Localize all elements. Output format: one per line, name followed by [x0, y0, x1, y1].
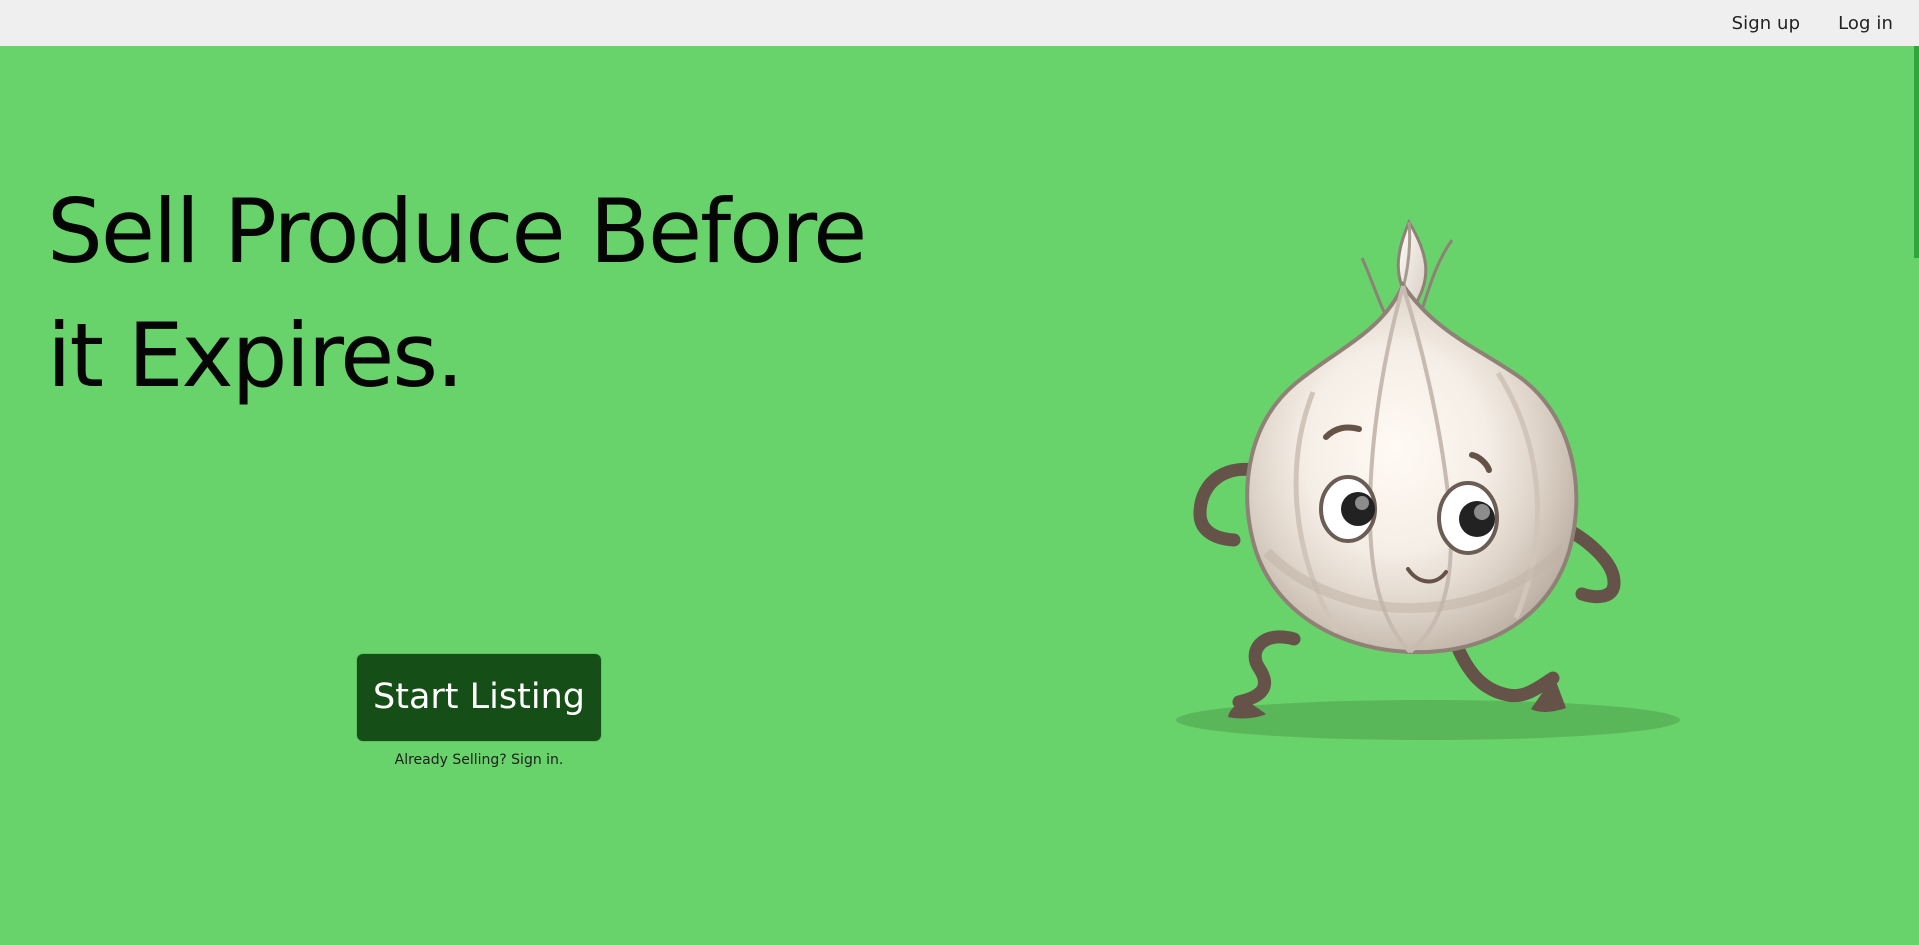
garlic-mascot-icon [1176, 218, 1680, 740]
start-listing-button[interactable]: Start Listing [357, 654, 601, 741]
account-navigation: Sign up Log in [1732, 0, 1893, 46]
existing-seller-sign-in-link[interactable]: Already Selling? Sign in. [357, 752, 601, 768]
top-navigation-bar: Sign up Log in [0, 0, 1919, 46]
vertical-scroll-indicator [1914, 46, 1919, 258]
hero-headline: Sell Produce Before it Expires. [47, 180, 867, 407]
log-in-link[interactable]: Log in [1838, 13, 1893, 34]
sign-up-link[interactable]: Sign up [1732, 13, 1801, 34]
listing-call-to-action: Start Listing Already Selling? Sign in. [357, 654, 601, 768]
